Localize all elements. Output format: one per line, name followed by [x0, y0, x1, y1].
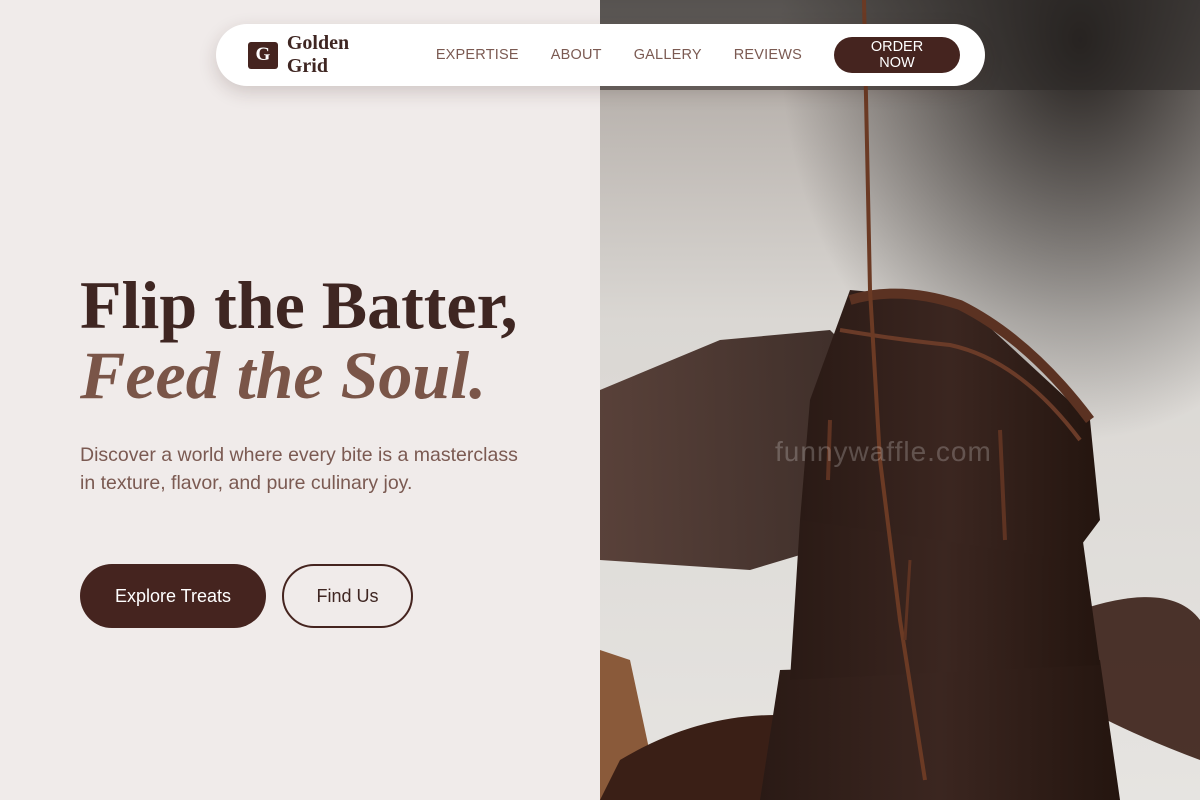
- logo-mark-icon: G: [248, 41, 278, 69]
- watermark-text: funnywaffle.com: [775, 436, 992, 467]
- nav-link-reviews[interactable]: REVIEWS: [734, 47, 802, 63]
- nav-link-about[interactable]: ABOUT: [551, 47, 602, 63]
- hero-headline: Flip the Batter, Feed the Soul.: [80, 270, 518, 410]
- find-us-button[interactable]: Find Us: [282, 564, 413, 628]
- hero-subtitle: Discover a world where every bite is a m…: [80, 444, 518, 494]
- nav-link-gallery[interactable]: GALLERY: [634, 47, 702, 63]
- brand-logo[interactable]: G Golden Grid: [248, 32, 388, 78]
- hero-image: funnywaffle.com: [600, 0, 1200, 800]
- top-navigation: G Golden Grid EXPERTISE ABOUT GALLERY RE…: [216, 24, 985, 86]
- hero-actions: Explore Treats Find Us: [80, 564, 413, 628]
- nav-links: EXPERTISE ABOUT GALLERY REVIEWS: [436, 47, 834, 63]
- brand-name: Golden Grid: [286, 32, 350, 77]
- hero-headline-line1: Flip the Batter,: [80, 267, 518, 343]
- brownie-photo: [600, 0, 1200, 800]
- hero-headline-line2: Feed the Soul.: [80, 337, 487, 413]
- order-now-button[interactable]: ORDER NOW: [834, 37, 960, 73]
- explore-treats-button[interactable]: Explore Treats: [80, 564, 266, 628]
- nav-link-expertise[interactable]: EXPERTISE: [436, 47, 519, 63]
